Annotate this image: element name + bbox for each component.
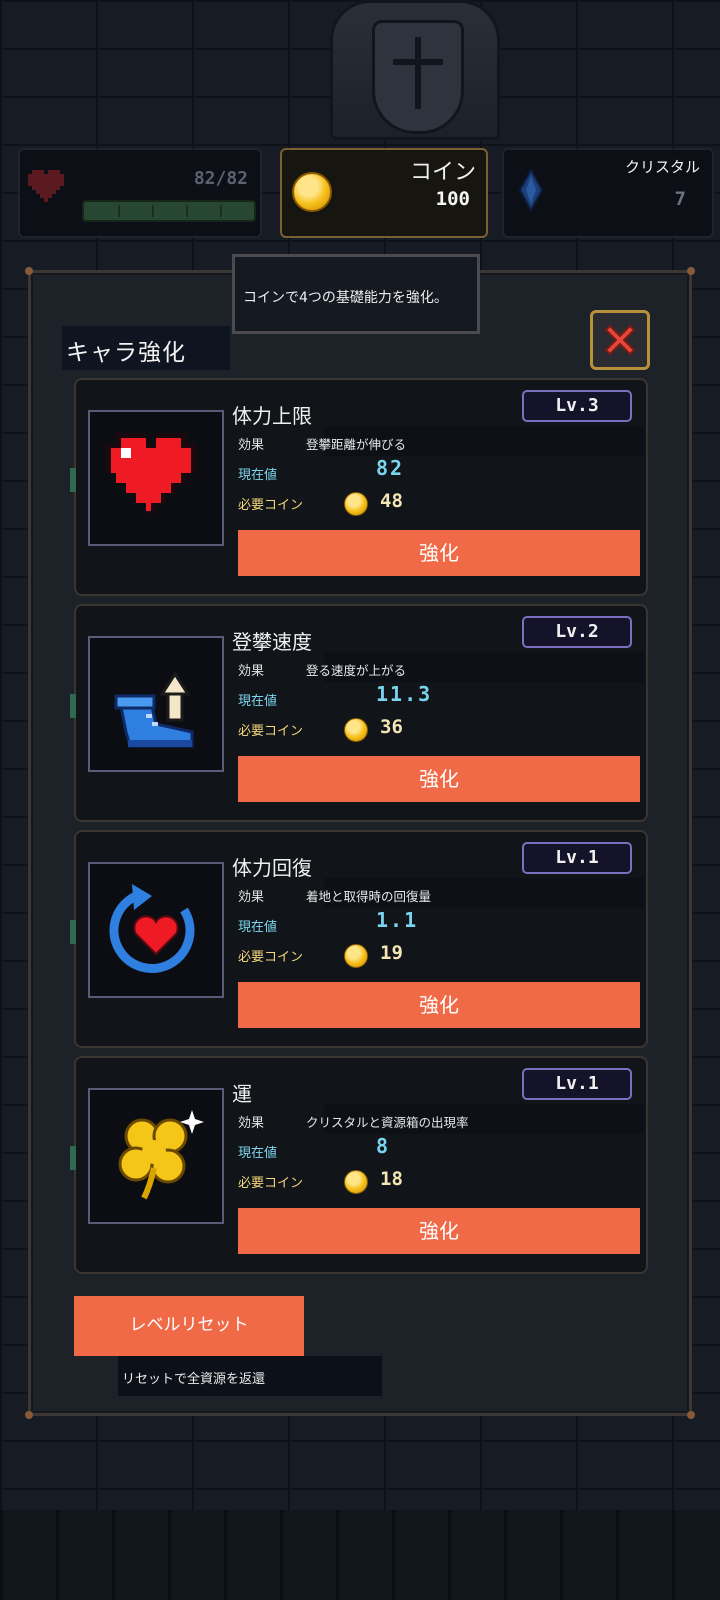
hp-value: 82/82 xyxy=(193,168,248,189)
effect-label: 効果 xyxy=(238,438,265,453)
cost-value: 36 xyxy=(380,716,403,738)
card-icon-frame xyxy=(88,636,224,772)
close-button[interactable] xyxy=(590,310,650,370)
card-icon-frame xyxy=(88,410,224,546)
crystal-icon xyxy=(518,168,544,212)
knight-statue xyxy=(330,0,500,140)
effect-label: 効果 xyxy=(238,664,265,679)
card-icon-frame xyxy=(88,862,224,998)
coin-value: 100 xyxy=(435,188,470,210)
coin-icon xyxy=(344,944,368,968)
coin-icon xyxy=(344,718,368,742)
card-name: 運 xyxy=(232,1082,252,1106)
close-icon xyxy=(604,324,636,356)
boot-icon xyxy=(114,671,194,748)
info-tooltip: コインで4つの基礎能力を強化。 xyxy=(232,254,480,334)
effect-label: 効果 xyxy=(238,890,265,905)
current-value: 11.3 xyxy=(376,682,433,706)
card-icon-frame xyxy=(88,1088,224,1224)
reset-note-box: リセットで全資源を返還 xyxy=(118,1356,382,1396)
heart-icon xyxy=(106,433,196,513)
coin-icon xyxy=(292,172,332,212)
coin-label: コイン xyxy=(409,160,476,185)
upgrade-button[interactable]: 強化 xyxy=(238,756,640,802)
card-name: 体力回復 xyxy=(232,856,312,880)
crystal-label: クリスタル xyxy=(624,158,700,176)
upgrade-card-luck: 運 Lv.1 効果 クリスタルと資源箱の出現率 現在値 8 必要コイン 18 強… xyxy=(70,1056,648,1274)
level-badge: Lv.3 xyxy=(522,390,632,422)
coin-icon xyxy=(344,492,368,516)
level-reset-button[interactable]: レベルリセット xyxy=(74,1296,304,1356)
card-name: 登攀速度 xyxy=(232,630,312,654)
cost-value: 18 xyxy=(380,1168,403,1190)
current-value: 1.1 xyxy=(376,908,419,932)
hp-bar xyxy=(82,200,256,222)
effect-label: 効果 xyxy=(238,1116,265,1131)
reset-note: リセットで全資源を返還 xyxy=(122,1372,266,1387)
tooltip-text: コインで4つの基礎能力を強化。 xyxy=(243,290,448,306)
crystal-value: 7 xyxy=(674,188,686,210)
level-badge: Lv.2 xyxy=(522,616,632,648)
cost-value: 19 xyxy=(380,942,403,964)
level-badge: Lv.1 xyxy=(522,1068,632,1100)
coin-icon xyxy=(344,1170,368,1194)
current-value: 82 xyxy=(376,456,405,480)
current-label: 現在値 xyxy=(238,468,278,483)
heal-cycle-icon xyxy=(109,884,195,973)
upgrade-card-max-hp: 体力上限 Lv.3 効果 登攀距離が伸びる 現在値 82 必要コイン 48 強化 xyxy=(70,378,648,596)
effect-text: 登る速度が上がる xyxy=(306,663,407,678)
effect-text: 登攀距離が伸びる xyxy=(306,437,407,452)
current-label: 現在値 xyxy=(238,694,278,709)
upgrade-button[interactable]: 強化 xyxy=(238,530,640,576)
current-value: 8 xyxy=(376,1134,391,1158)
floor xyxy=(0,1510,720,1600)
cost-label: 必要コイン xyxy=(238,1176,304,1191)
current-label: 現在値 xyxy=(238,1146,278,1161)
card-name: 体力上限 xyxy=(232,404,312,428)
hp-panel: 82/82 xyxy=(18,148,262,238)
cost-label: 必要コイン xyxy=(238,950,304,965)
effect-text: 着地と取得時の回復量 xyxy=(306,889,432,904)
clover-icon xyxy=(118,1110,204,1200)
upgrade-button[interactable]: 強化 xyxy=(238,982,640,1028)
crystal-panel: クリスタル 7 xyxy=(502,148,714,238)
current-label: 現在値 xyxy=(238,920,278,935)
level-badge: Lv.1 xyxy=(522,842,632,874)
upgrade-card-hp-regen: 体力回復 Lv.1 効果 着地と取得時の回復量 現在値 1.1 必要コイン 19… xyxy=(70,830,648,1048)
upgrade-card-climb-speed: 登攀速度 Lv.2 効果 登る速度が上がる 現在値 11.3 必要コイン 36 … xyxy=(70,604,648,822)
upgrade-button[interactable]: 強化 xyxy=(238,1208,640,1254)
coin-panel: コイン 100 xyxy=(280,148,488,238)
heart-icon xyxy=(28,170,64,202)
effect-text: クリスタルと資源箱の出現率 xyxy=(306,1115,469,1130)
cost-label: 必要コイン xyxy=(238,498,304,513)
panel-title: キャラ強化 xyxy=(66,340,186,366)
cost-label: 必要コイン xyxy=(238,724,304,739)
panel-title-box: キャラ強化 xyxy=(62,326,230,370)
cost-value: 48 xyxy=(380,490,403,512)
